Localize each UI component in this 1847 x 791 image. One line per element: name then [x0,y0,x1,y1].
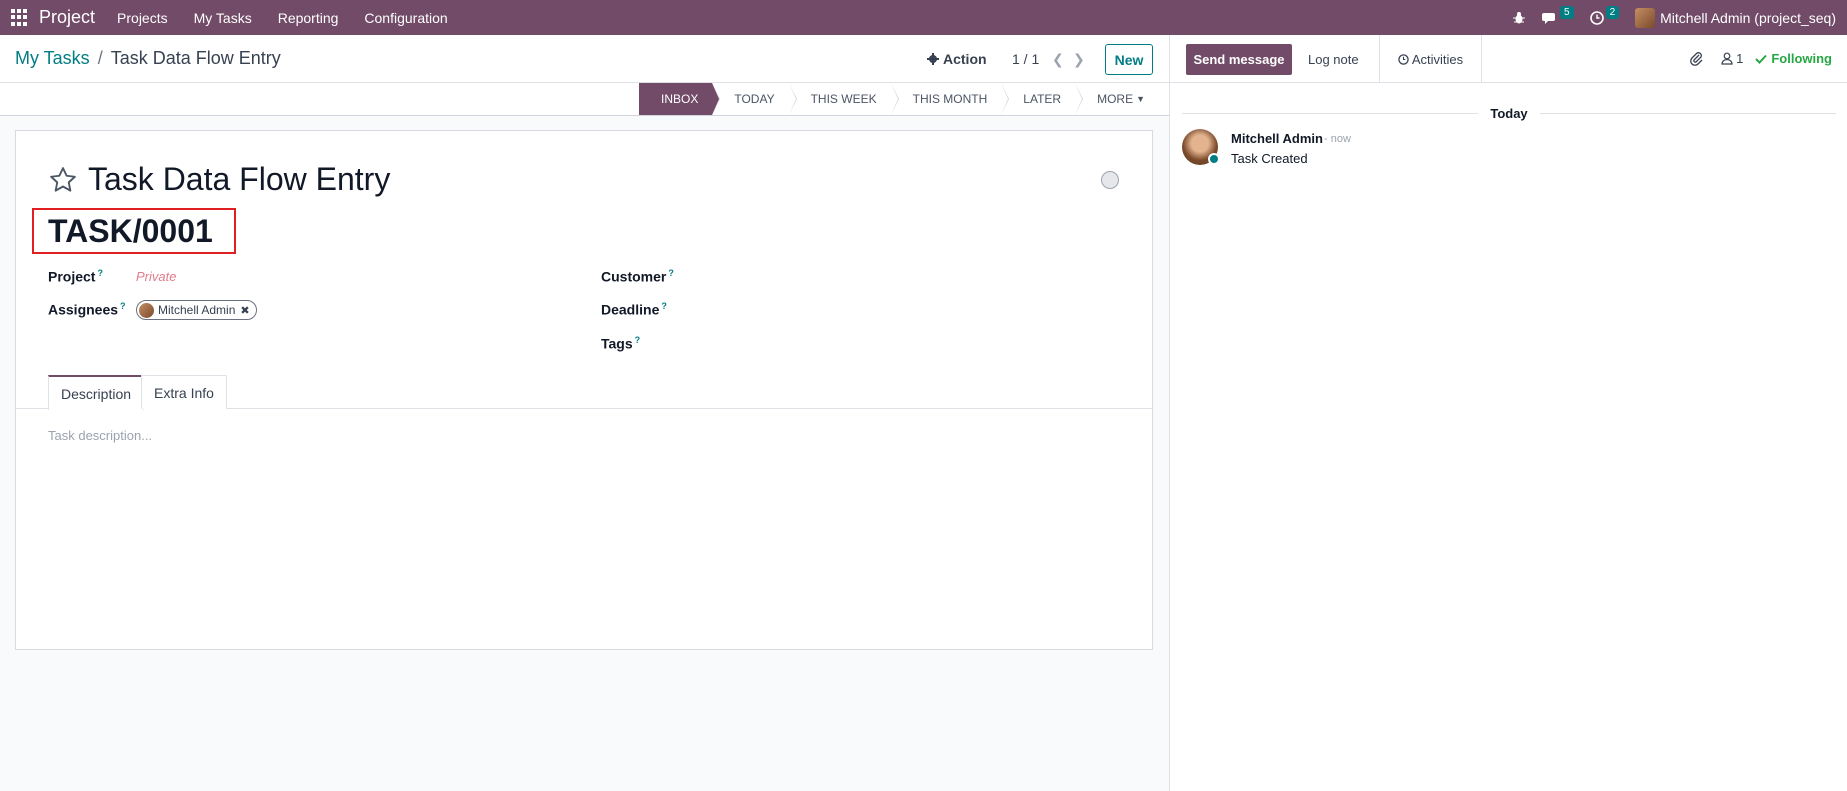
activities-badge: 2 [1605,6,1620,19]
nav-projects[interactable]: Projects [117,10,168,26]
action-label: Action [943,51,987,67]
project-label: Project? [48,268,103,285]
app-brand[interactable]: Project [39,7,95,28]
tags-label: Tags? [601,335,641,352]
pager-next-icon[interactable]: ❯ [1073,51,1085,68]
check-icon [1755,54,1768,64]
notebook-tabs: Description Extra Info [16,375,1152,410]
star-icon[interactable] [48,165,78,195]
description-editor[interactable]: Task description... [48,428,152,443]
control-panel: My Tasks / Task Data Flow Entry Action 1… [0,35,1169,83]
stage-this-month[interactable]: THIS MONTH [890,83,1009,115]
avatar [139,302,154,318]
project-field[interactable]: Private [136,269,176,284]
tab-extra-info[interactable]: Extra Info [141,375,227,409]
user-icon [1721,52,1733,65]
remove-tag-icon[interactable]: ✖ [240,304,249,317]
date-separator: Today [1170,103,1847,123]
activities-label: Activities [1411,51,1464,67]
help-icon[interactable]: ? [120,301,126,311]
help-icon[interactable]: ? [97,268,103,278]
status-bar: INBOX TODAY THIS WEEK THIS MONTH LATER M… [0,83,1169,116]
nav-my-tasks[interactable]: My Tasks [194,10,252,26]
stage-later[interactable]: LATER [1001,83,1083,115]
gear-icon [927,53,939,65]
kanban-state-indicator[interactable] [1101,171,1119,189]
top-navbar: Project Projects My Tasks Reporting Conf… [0,0,1847,35]
paperclip-icon[interactable] [1690,51,1703,66]
deadline-label: Deadline? [601,301,667,318]
tab-description[interactable]: Description [48,375,145,410]
assignees-label: Assignees? [48,301,126,318]
log-note-button[interactable]: Log note [1308,44,1359,75]
action-menu-button[interactable]: Action [927,51,987,67]
assignee-tag[interactable]: Mitchell Admin ✖ [136,300,257,320]
date-label: Today [1490,105,1528,121]
customer-label: Customer? [601,268,674,285]
help-icon[interactable]: ? [635,335,641,345]
stage-inbox[interactable]: INBOX [639,83,721,115]
following-label: Following [1771,51,1832,66]
breadcrumb: My Tasks / Task Data Flow Entry [15,48,281,69]
stage-more-label: MORE [1097,92,1134,106]
followers-count: 1 [1736,51,1744,66]
breadcrumb-current: Task Data Flow Entry [110,48,281,68]
form-sheet: Task Data Flow Entry TASK/0001 Project? … [15,130,1153,650]
pager-value[interactable]: 1 / 1 [1012,51,1039,67]
help-icon[interactable]: ? [668,268,674,278]
nav-configuration[interactable]: Configuration [364,10,447,26]
chatter-topbar: Send message Log note Activities 1 Follo… [1170,35,1847,83]
user-menu[interactable]: Mitchell Admin (project_seq) [1660,10,1836,26]
followers-button[interactable]: 1 [1721,51,1743,66]
online-status-icon [1208,153,1220,165]
message-time: - now [1324,133,1351,145]
user-avatar[interactable] [1635,7,1656,28]
stage-more-dropdown[interactable]: MORE ▼ [1075,83,1159,115]
breadcrumb-separator: / [97,48,103,68]
activities-button[interactable]: Activities [1379,35,1482,83]
following-button[interactable]: Following [1755,51,1832,66]
clock-icon [1398,53,1409,65]
nav-reporting[interactable]: Reporting [278,10,339,26]
send-message-button[interactable]: Send message [1186,44,1292,75]
stage-pipeline: INBOX TODAY THIS WEEK THIS MONTH LATER M… [639,83,1159,115]
messages-badge: 5 [1560,6,1574,19]
chat-icon [1542,12,1556,24]
new-button[interactable]: New [1105,44,1153,75]
apps-grid-icon[interactable] [11,8,29,27]
stage-this-week[interactable]: THIS WEEK [788,83,899,115]
activities-menu[interactable]: 2 [1589,6,1620,25]
breadcrumb-my-tasks[interactable]: My Tasks [15,48,90,69]
help-icon[interactable]: ? [661,301,667,311]
task-title[interactable]: Task Data Flow Entry [88,161,390,198]
caret-down-icon: ▼ [1136,94,1145,104]
chatter-panel: Send message Log note Activities 1 Follo… [1169,35,1847,791]
stage-today[interactable]: TODAY [712,83,797,115]
pager-previous-icon[interactable]: ❮ [1052,51,1064,68]
assignee-name: Mitchell Admin [158,303,236,317]
task-sequence: TASK/0001 [48,213,213,249]
message-author[interactable]: Mitchell Admin [1231,131,1323,146]
messages-menu[interactable]: 5 [1542,6,1574,25]
message-body: Task Created [1231,151,1308,166]
debug-icon[interactable] [1512,11,1526,25]
clock-icon [1589,10,1604,25]
